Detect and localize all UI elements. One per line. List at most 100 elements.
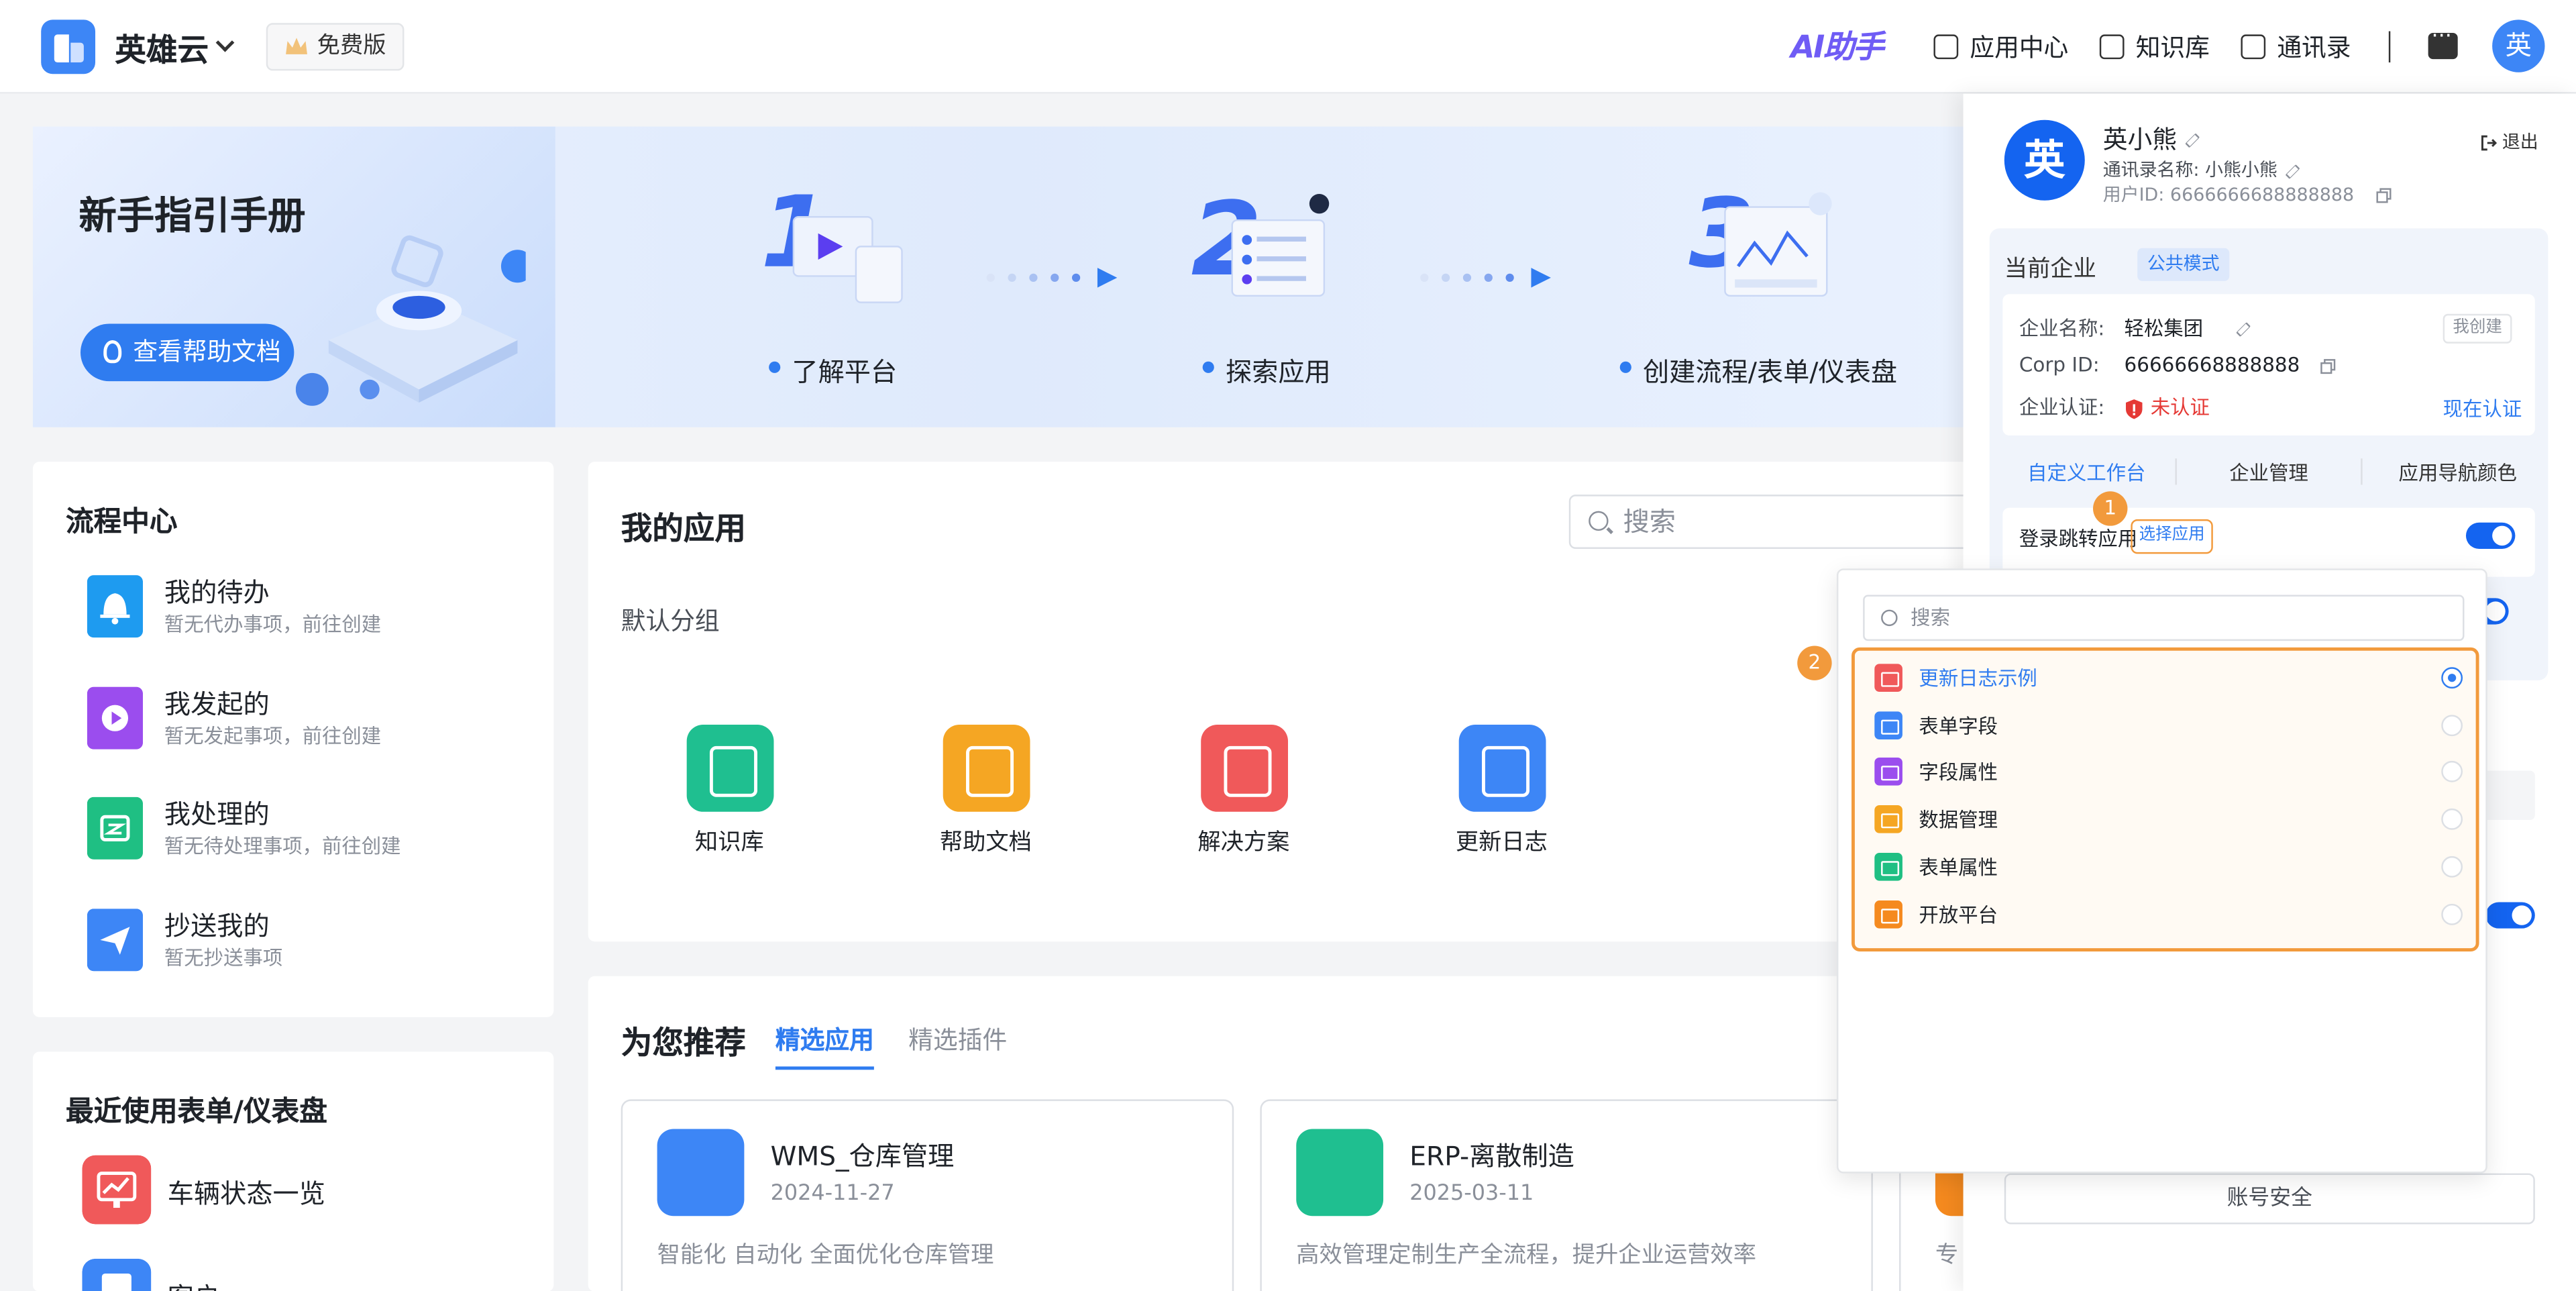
contact-name: 通讯录名称: 小熊小熊: [2103, 156, 2300, 183]
radio-button[interactable]: [2441, 715, 2463, 737]
certification-row: 企业认证: 未认证: [2019, 393, 2210, 421]
current-enterprise-label: 当前企业: [2004, 256, 2096, 283]
dropdown-option[interactable]: 表单属性: [1874, 848, 2463, 884]
copy-icon[interactable]: [2376, 187, 2392, 203]
top-bar: 英雄云 免费版 AI助手 应用中心 知识库 通讯录 英: [0, 0, 2576, 94]
flow-item-initiated[interactable]: 我发起的 暂无发起事项，前往创建: [87, 678, 547, 758]
apps-search-input[interactable]: 搜索: [1568, 495, 1996, 549]
app-label: 更新日志: [1455, 829, 1548, 856]
app-icon: [1874, 853, 1902, 881]
radio-button[interactable]: [2441, 667, 2463, 689]
enterprise-name-value: 轻松集团: [2125, 314, 2251, 342]
app-solutions[interactable]: 解决方案: [1161, 725, 1326, 872]
dropdown-option[interactable]: 开放平台: [1874, 896, 2463, 932]
document-icon: [82, 1258, 152, 1291]
crown-icon: [286, 38, 307, 54]
flow-item-handled[interactable]: 我处理的 暂无待处理事项，前往创建: [87, 789, 547, 868]
changelog-icon: [1458, 725, 1546, 812]
app-knowledge-base[interactable]: 知识库: [647, 725, 812, 872]
created-by-me-tag: 我创建: [2443, 313, 2512, 344]
dropdown-option[interactable]: 表单字段: [1874, 707, 2463, 743]
certification-label: 企业认证:: [2019, 396, 2105, 419]
contacts-icon: [2241, 34, 2266, 60]
guide-banner: 新手指引手册 查看帮助文档 1 了解平台 2: [32, 126, 1980, 427]
flow-item-label: 我发起的: [164, 688, 270, 720]
warehouse-icon: [657, 1129, 745, 1217]
recommend-app-name: ERP-离散制造: [1409, 1140, 1574, 1172]
send-icon: [87, 909, 144, 972]
tab-app-nav-color[interactable]: 应用导航颜色: [2399, 458, 2517, 486]
logout-button[interactable]: 退出: [2481, 128, 2538, 154]
plan-label: 免费版: [317, 32, 386, 60]
radio-button[interactable]: [2441, 856, 2463, 878]
app-logo-icon[interactable]: [41, 19, 96, 74]
flow-center-card: 流程中心 我的待办 暂无代办事项，前往创建 我发起的 暂无发起事项，前往创建 我…: [32, 462, 554, 1017]
radio-button[interactable]: [2441, 760, 2463, 782]
dropdown-option[interactable]: 数据管理: [1874, 801, 2463, 837]
certify-now-link[interactable]: 现在认证: [2443, 395, 2522, 423]
recommend-app-desc: 智能化 自动化 全面优化仓库管理: [657, 1242, 994, 1269]
setting-toggle[interactable]: [2485, 902, 2535, 929]
app-group-label[interactable]: 默认分组: [621, 603, 720, 637]
recent-forms-card: 最近使用表单/仪表盘 车辆状态一览 客户: [32, 1051, 554, 1291]
message-icon[interactable]: [2428, 25, 2458, 60]
recommend-app-card[interactable]: WMS_仓库管理 2024-11-27 智能化 自动化 全面优化仓库管理: [621, 1099, 1234, 1291]
recommend-app-card[interactable]: ERP-离散制造 2025-03-11 高效管理定制生产全流程，提升企业运营效率: [1260, 1099, 1873, 1291]
app-label: 帮助文档: [939, 829, 1032, 856]
recommend-app-date: 2025-03-11: [1409, 1181, 1534, 1206]
dropdown-search-input[interactable]: 搜索: [1863, 595, 2465, 641]
step-marker-badge: 1: [2093, 491, 2128, 526]
flow-item-todo[interactable]: 我的待办 暂无代办事项，前往创建: [87, 567, 547, 646]
banner-title: 新手指引手册: [78, 195, 306, 239]
flow-item-subtitle: 暂无发起事项，前往创建: [164, 725, 382, 748]
flow-item-cc[interactable]: 抄送我的 暂无抄送事项: [87, 900, 547, 980]
app-center-icon: [1933, 34, 1959, 60]
dropdown-option[interactable]: 字段属性: [1874, 753, 2463, 789]
user-avatar[interactable]: 英: [2492, 19, 2545, 72]
plan-badge[interactable]: 免费版: [266, 23, 405, 71]
nav-contacts[interactable]: 通讯录: [2241, 30, 2351, 66]
flow-item-label: 抄送我的: [164, 910, 270, 942]
step-arrow-icon: [986, 268, 1118, 288]
recent-item[interactable]: 车辆状态一览: [82, 1155, 542, 1225]
tab-custom-workbench[interactable]: 自定义工作台: [2027, 458, 2145, 486]
recent-item[interactable]: 客户: [82, 1258, 542, 1291]
radio-button[interactable]: [2441, 808, 2463, 830]
search-placeholder: 搜索: [1623, 506, 1676, 537]
nav-knowledge-base[interactable]: 知识库: [2099, 30, 2210, 66]
help-docs-label: 查看帮助文档: [133, 337, 281, 367]
option-label: 字段属性: [1919, 760, 1998, 784]
account-security-button[interactable]: 账号安全: [2004, 1173, 2535, 1225]
tab-featured-apps[interactable]: 精选应用: [775, 1022, 874, 1070]
chart-board-icon: [82, 1155, 152, 1225]
help-docs-button[interactable]: 查看帮助文档: [80, 323, 294, 382]
my-apps-title: 我的应用: [621, 511, 746, 548]
logout-icon: [2481, 135, 2498, 151]
dropdown-search-placeholder: 搜索: [1911, 606, 1951, 629]
workspace-name[interactable]: 英雄云: [115, 26, 209, 70]
radio-button[interactable]: [2441, 903, 2463, 925]
copy-icon[interactable]: [2319, 358, 2335, 374]
choose-app-button[interactable]: 选择应用: [2131, 519, 2213, 554]
enterprise-info: 企业名称: 轻松集团 我创建 Corp ID: 66666668888888 企…: [2002, 294, 2535, 435]
profile-name: 英小熊: [2103, 121, 2200, 156]
login-redirect-toggle[interactable]: [2465, 522, 2516, 549]
nav-divider: [2388, 31, 2391, 63]
option-label: 开放平台: [1919, 903, 1998, 927]
tab-enterprise-management[interactable]: 企业管理: [2229, 458, 2308, 486]
edit-icon[interactable]: [2286, 163, 2300, 178]
dropdown-option[interactable]: 更新日志示例: [1874, 659, 2463, 695]
ai-assistant-button[interactable]: AI助手: [1790, 23, 1884, 67]
edit-icon[interactable]: [2185, 133, 2200, 148]
tab-featured-plugins[interactable]: 精选插件: [908, 1022, 1007, 1056]
chevron-down-icon[interactable]: [215, 33, 235, 52]
app-changelog[interactable]: 更新日志: [1419, 725, 1584, 872]
profile-avatar: 英: [2004, 119, 2085, 201]
flow-center-title: 流程中心: [65, 506, 178, 539]
step-label: 了解平台: [769, 350, 897, 390]
step-3-illustration-icon: 3: [1689, 184, 1832, 297]
recommend-app-desc: 专: [1935, 1242, 1959, 1269]
edit-icon[interactable]: [2236, 322, 2251, 337]
app-help-docs[interactable]: 帮助文档: [904, 725, 1068, 872]
nav-app-center[interactable]: 应用中心: [1933, 30, 2068, 66]
